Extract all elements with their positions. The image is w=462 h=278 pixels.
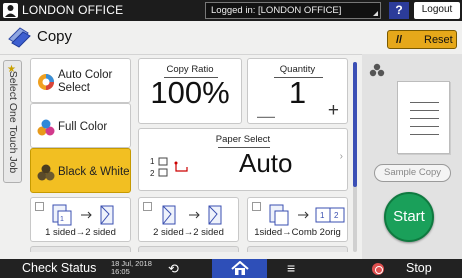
checkbox[interactable] <box>35 202 44 211</box>
tray-1-number: 1 <box>150 157 155 166</box>
paper-select-caption: Paper Select <box>215 134 271 145</box>
stop-button[interactable]: Stop <box>406 261 432 275</box>
sample-copy-button[interactable]: Sample Copy <box>374 164 451 182</box>
help-button[interactable]: ? <box>389 2 409 19</box>
back-icon[interactable]: ⟲ <box>168 261 179 277</box>
quantity-card[interactable]: Quantity 1 — + <box>247 58 348 127</box>
combine-icon: 1 2 <box>269 204 345 226</box>
checkbox[interactable] <box>143 202 152 211</box>
copy-ratio-value: 100% <box>150 75 230 110</box>
two-to-two-sided-label: 2 sided→2 sided <box>153 227 224 238</box>
one-to-two-sided-icon: 1 <box>52 204 114 226</box>
start-button[interactable]: Start <box>384 192 434 242</box>
quantity-caption: Quantity <box>279 64 316 75</box>
combine-two-originals-button[interactable]: 1 2 1sided→Comb 2orig <box>247 197 348 242</box>
combine-two-originals-label: 1sided→Comb 2orig <box>254 227 341 238</box>
hidden-row-button[interactable] <box>247 246 348 252</box>
chevron-right-icon: › <box>339 151 343 162</box>
quantity-minus-button[interactable]: — <box>257 106 275 127</box>
date-time-display: 18 Jul, 2018 16:05 <box>111 260 152 276</box>
login-status-text: Logged in: [LONDON OFFICE] <box>211 5 342 16</box>
one-to-two-sided-label: 1 sided→2 sided <box>45 227 116 238</box>
auto-color-label: Auto Color Select <box>58 69 113 94</box>
color-dots-icon <box>369 63 385 77</box>
copy-app-icon <box>8 27 31 48</box>
one-to-two-sided-button[interactable]: 1 1 sided→2 sided <box>30 197 131 242</box>
copy-ratio-caption: Copy Ratio <box>166 64 214 75</box>
side-tab-label: Select One Touch Job <box>6 70 19 173</box>
page-title: Copy <box>37 28 73 45</box>
menu-icon[interactable]: ≡ <box>287 260 295 276</box>
two-to-two-sided-button[interactable]: 2 sided→2 sided <box>138 197 239 242</box>
checkbox[interactable] <box>252 202 261 211</box>
full-color-icon <box>37 119 55 136</box>
check-status-button[interactable]: Check Status <box>22 261 96 275</box>
scrollbar-thumb[interactable] <box>353 62 357 187</box>
svg-text:2: 2 <box>334 211 339 220</box>
user-icon <box>3 3 18 18</box>
hidden-row-button[interactable] <box>30 246 131 252</box>
auto-color-icon <box>38 74 54 90</box>
svg-text:1: 1 <box>320 211 325 220</box>
paper-select-card[interactable]: Paper Select 1 2 Auto › <box>138 128 348 191</box>
scrollbar[interactable] <box>353 62 357 252</box>
quantity-plus-button[interactable]: + <box>328 100 339 122</box>
paper-tray-icon: 1 2 <box>149 155 193 186</box>
logout-button[interactable]: Logout <box>414 2 460 19</box>
time-text: 16:05 <box>111 267 130 276</box>
reset-icon: // <box>396 34 403 46</box>
one-touch-job-tab[interactable]: ★ Select One Touch Job <box>3 60 22 183</box>
home-button[interactable] <box>212 259 267 278</box>
preview-line <box>410 134 439 135</box>
preview-panel: Sample Copy Start <box>362 54 462 259</box>
black-white-button[interactable]: Black & White <box>30 148 131 193</box>
corner-indicator-icon <box>373 11 378 16</box>
login-status-field[interactable]: Logged in: [LONDON OFFICE] <box>205 2 381 19</box>
full-color-label: Full Color <box>58 121 108 133</box>
tray-2-number: 2 <box>150 169 155 178</box>
document-preview <box>397 81 450 154</box>
app-header: Copy // Reset <box>0 21 462 53</box>
top-status-bar: LONDON OFFICE Logged in: [LONDON OFFICE]… <box>0 0 462 21</box>
black-white-icon <box>37 164 55 181</box>
black-white-label: Black & White <box>58 166 130 178</box>
full-color-button[interactable]: Full Color <box>30 103 131 148</box>
hidden-row-button[interactable] <box>138 246 239 252</box>
reset-button[interactable]: // Reset <box>387 30 457 49</box>
paper-select-value: Auto <box>239 148 293 178</box>
reset-label: Reset <box>424 34 453 46</box>
two-to-two-sided-icon <box>162 205 222 225</box>
home-icon <box>231 261 249 275</box>
preview-line <box>410 118 439 119</box>
svg-text:1: 1 <box>60 216 64 223</box>
auto-color-select-button[interactable]: Auto Color Select <box>30 58 131 103</box>
preview-line <box>410 102 439 103</box>
preview-line <box>410 126 439 127</box>
stop-icon[interactable] <box>372 263 384 275</box>
bottom-nav-bar: Check Status 18 Jul, 2018 16:05 ⟲ ≡ Stop <box>0 259 462 278</box>
preview-line <box>410 110 439 111</box>
office-title: LONDON OFFICE <box>22 3 124 17</box>
copy-ratio-card[interactable]: Copy Ratio 100% <box>138 58 242 124</box>
